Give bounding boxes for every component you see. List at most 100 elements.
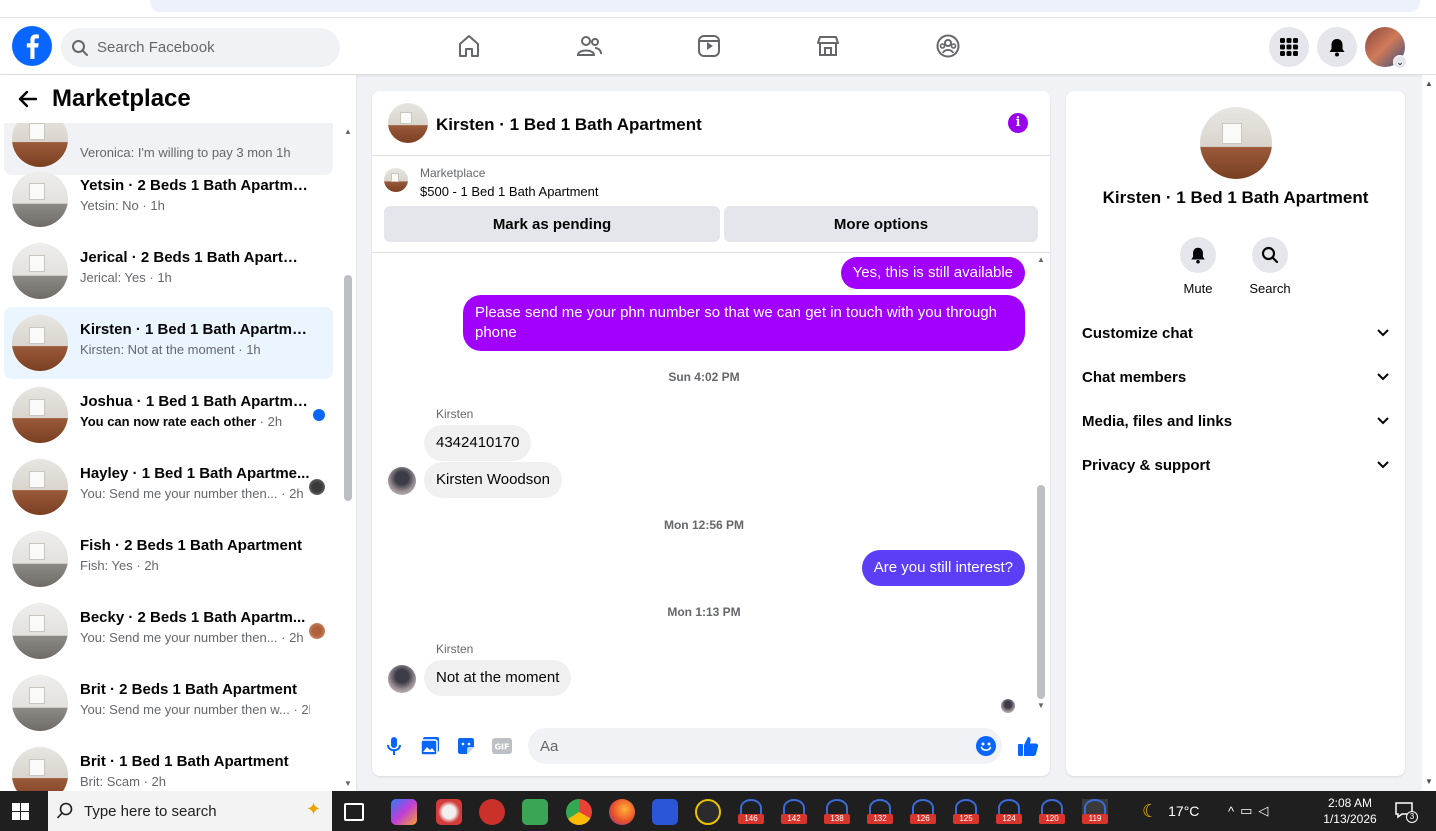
mark-as-pending-button[interactable]: Mark as pending — [384, 206, 720, 242]
scroll-down-icon[interactable]: ▼ — [1037, 701, 1045, 710]
gif-icon[interactable]: GIF — [492, 736, 512, 756]
groups-icon[interactable] — [934, 32, 962, 60]
sticker-icon[interactable] — [456, 736, 476, 756]
task-view-icon[interactable] — [344, 803, 364, 821]
taskbar-app-icon[interactable]: 124 — [996, 799, 1022, 824]
conversation-item[interactable]: Fish · 2 Beds 1 Bath Apartment Fish: Yes … — [4, 523, 333, 595]
chevron-up-icon[interactable]: ^ — [1228, 804, 1240, 819]
taskbar-app-icon[interactable]: 138 — [824, 799, 850, 824]
mute-button[interactable]: Mute — [1168, 237, 1228, 296]
clock[interactable]: 2:08 AM 1/13/2026 — [1318, 795, 1382, 827]
message-scrollbar[interactable]: ▲ ▼ — [1036, 253, 1046, 716]
taskbar-app-icon[interactable]: 126 — [910, 799, 936, 824]
sender-name: Kirsten — [436, 642, 474, 656]
timestamp: Mon 1:13 PM — [667, 605, 741, 619]
customize-chat-section[interactable]: Customize chat — [1082, 311, 1389, 355]
info-icon[interactable]: i — [1008, 113, 1028, 133]
media-files-links-section[interactable]: Media, files and links — [1082, 399, 1389, 443]
firefox-icon[interactable] — [609, 799, 635, 825]
app-icon[interactable] — [695, 799, 721, 825]
scroll-down-icon[interactable]: ▼ — [1425, 777, 1433, 786]
weather-widget[interactable]: ☾ 17°C — [1142, 791, 1199, 831]
scroll-down-icon[interactable]: ▼ — [344, 779, 352, 788]
taskbar-search-input[interactable]: Type here to search — [84, 803, 217, 820]
friends-icon[interactable] — [575, 32, 603, 60]
message-input[interactable] — [540, 728, 960, 764]
notification-center-icon[interactable]: 3 — [1394, 801, 1418, 823]
taskbar-app-icon[interactable]: 146 — [738, 799, 764, 824]
page-scrollbar[interactable]: ▲ ▼ — [1422, 75, 1436, 791]
conversation-item[interactable]: Yetsin · 2 Beds 1 Bath Apartment Yetsin: … — [4, 163, 333, 235]
chat-avatar[interactable] — [388, 103, 428, 143]
sidebar-scrollbar[interactable]: ▲ ▼ — [343, 127, 353, 789]
scrollbar-thumb[interactable] — [1037, 485, 1045, 699]
video-icon[interactable] — [695, 32, 723, 60]
taskbar-app-icon[interactable]: 119 — [1082, 799, 1108, 824]
volume-icon[interactable]: ◁ — [1258, 803, 1274, 819]
windows-start-icon[interactable] — [12, 803, 29, 825]
chat-members-section[interactable]: Chat members — [1082, 355, 1389, 399]
unread-indicator — [313, 409, 325, 421]
conversation-item[interactable]: Brit · 2 Beds 1 Bath Apartment You: Send … — [4, 667, 333, 739]
sender-avatar[interactable] — [388, 665, 416, 693]
taskbar-app-icon[interactable]: 125 — [953, 799, 979, 824]
network-icon[interactable]: ▭ — [1240, 803, 1258, 819]
taskbar-app-icon[interactable]: 120 — [1039, 799, 1065, 824]
message-bubble-incoming[interactable]: Kirsten Woodson — [424, 462, 562, 498]
message-bubble-outgoing[interactable]: Are you still interest? — [861, 550, 1025, 586]
marketplace-icon[interactable] — [814, 32, 842, 60]
notifications-button[interactable] — [1317, 27, 1357, 67]
facebook-logo-icon[interactable] — [12, 26, 52, 66]
emoji-icon[interactable] — [976, 736, 996, 756]
message-bubble-outgoing[interactable]: Please send me your phn number so that w… — [463, 295, 1025, 351]
scroll-up-icon[interactable]: ▲ — [344, 127, 352, 136]
sender-avatar[interactable] — [388, 467, 416, 495]
system-tray[interactable]: ^ ▭ ◁ — [1228, 791, 1274, 831]
notepad-icon[interactable] — [522, 799, 548, 825]
conversation-item[interactable]: Joshua · 1 Bed 1 Bath Apartment You can n… — [4, 379, 333, 451]
listing-title[interactable]: $500 - 1 Bed 1 Bath Apartment — [420, 184, 599, 199]
taskbar-search[interactable]: Type here to search ✦ — [48, 791, 332, 831]
scroll-up-icon[interactable]: ▲ — [1425, 79, 1433, 88]
taskbar-app-icon[interactable]: 132 — [867, 799, 893, 824]
conversation-item[interactable]: Hayley · 1 Bed 1 Bath Apartme... You: Sen… — [4, 451, 333, 523]
thumbs-up-icon[interactable] — [1016, 734, 1040, 758]
message-bubble-outgoing[interactable]: Yes, this is still available — [840, 257, 1025, 289]
home-icon[interactable] — [455, 32, 483, 60]
chat-title[interactable]: Kirsten · 1 Bed 1 Bath Apartment — [436, 115, 702, 135]
conversation-item[interactable]: Jerical · 2 Beds 1 Bath Apartment Jerical… — [4, 235, 333, 307]
conversation-snippet: Kirsten: Not at the moment · 1h — [80, 342, 310, 357]
chevron-down-icon[interactable]: ⌄ — [1393, 55, 1407, 69]
privacy-support-section[interactable]: Privacy & support — [1082, 443, 1389, 487]
scroll-up-icon[interactable]: ▲ — [1037, 255, 1045, 264]
search-in-conversation-button[interactable]: Search — [1240, 237, 1300, 296]
conversation-item[interactable]: Becky · 2 Beds 1 Bath Apartm... You: Send… — [4, 595, 333, 667]
shield-icon[interactable] — [652, 799, 678, 825]
message-bubble-incoming[interactable]: Not at the moment — [424, 660, 572, 696]
microphone-icon[interactable] — [384, 736, 404, 756]
app-badge-count: 146 — [738, 814, 764, 824]
address-bar[interactable] — [150, 0, 1420, 12]
copilot-icon[interactable] — [391, 799, 417, 825]
app-icon[interactable] — [479, 799, 505, 825]
taskbar-app-icon[interactable]: 142 — [781, 799, 807, 824]
message-bubble-incoming[interactable]: 4342410170 — [424, 425, 532, 461]
paint-app-icon[interactable] — [436, 799, 462, 825]
search-input[interactable]: Search Facebook — [97, 39, 215, 56]
search-bar[interactable]: Search Facebook — [61, 28, 340, 67]
message-input-wrapper[interactable] — [528, 728, 1002, 764]
conversation-item[interactable]: Brit · 1 Bed 1 Bath Apartment Brit: Scam … — [4, 739, 333, 791]
scrollbar-thumb[interactable] — [344, 275, 352, 501]
conversation-item[interactable]: Kirsten · 1 Bed 1 Bath Apartment Kirsten:… — [4, 307, 333, 379]
profile-avatar[interactable]: ⌄ — [1365, 27, 1407, 69]
sidebar-header: Marketplace — [0, 75, 356, 123]
chrome-icon[interactable] — [566, 799, 592, 825]
menu-grid-button[interactable] — [1269, 27, 1309, 67]
back-arrow-icon[interactable] — [16, 87, 40, 111]
sender-name: Kirsten — [436, 407, 474, 421]
snippet-text: Jerical: Yes — [80, 270, 146, 285]
photo-icon[interactable] — [420, 736, 440, 756]
conversation-avatar[interactable] — [1200, 107, 1272, 179]
more-options-button[interactable]: More options — [724, 206, 1038, 242]
listing-thumbnail[interactable] — [384, 168, 408, 192]
